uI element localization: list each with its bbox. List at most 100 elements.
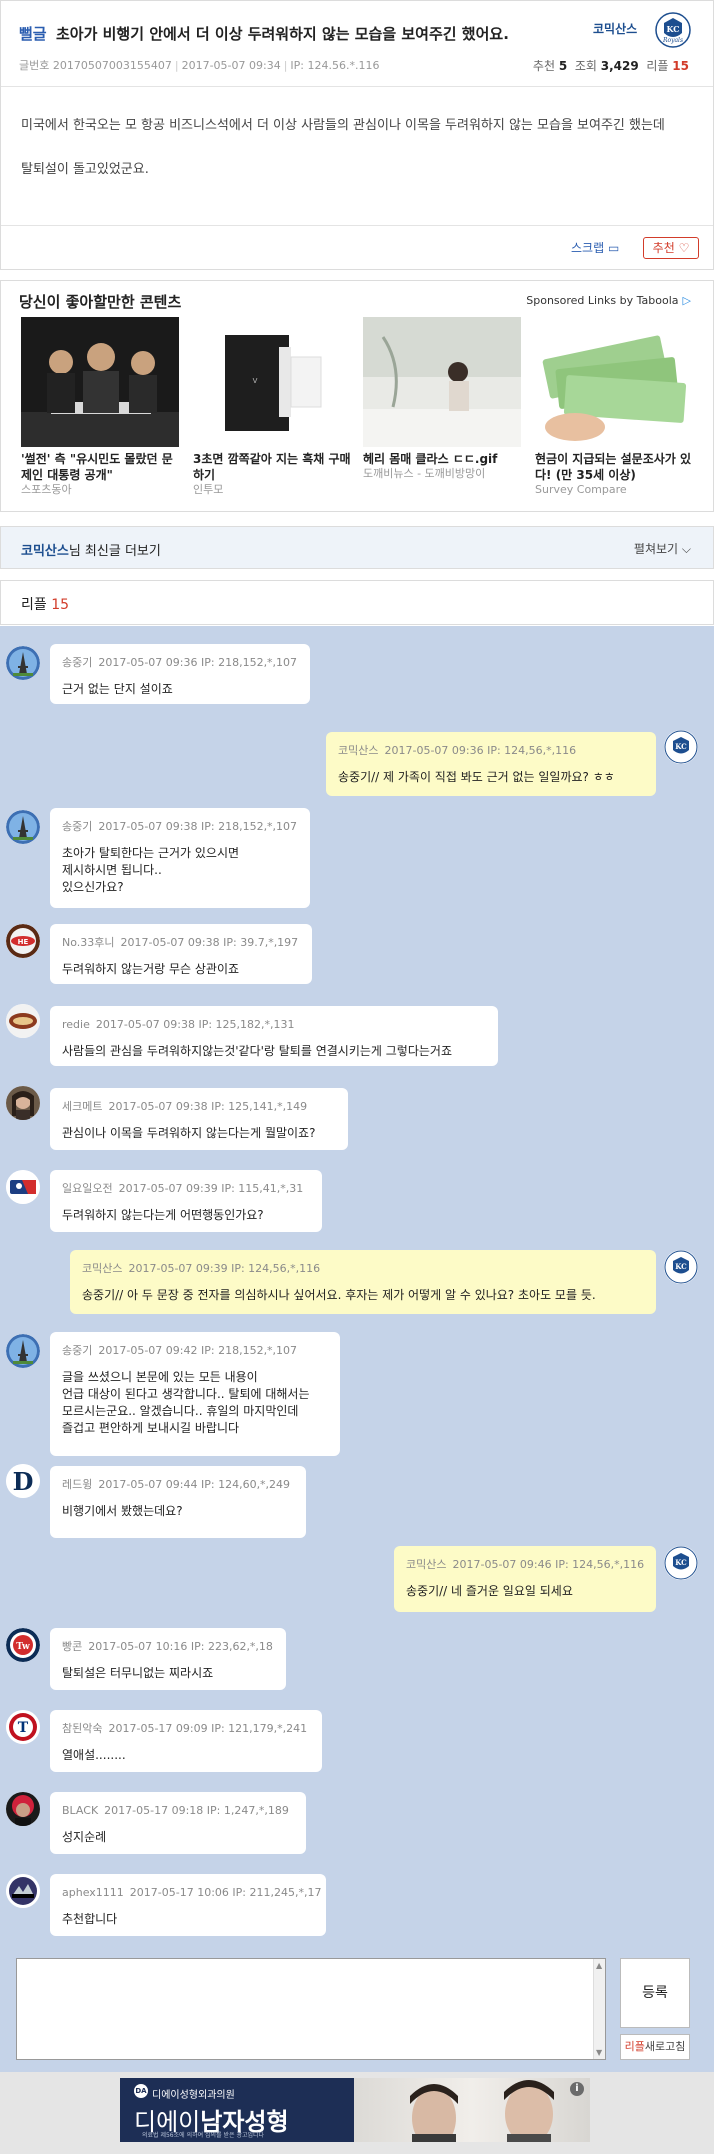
- refresh-replies-button[interactable]: 리플새로고침: [620, 2034, 690, 2060]
- comment-text: 글을 쓰셨으니 본문에 있는 모든 내용이 언급 대상이 된다고 생각합니다..…: [62, 1370, 310, 1435]
- svg-text:KC: KC: [675, 1262, 687, 1271]
- sponsored-card[interactable]: V 3초면 깜쪽같아 지는 흑채 구매하기 인투모: [193, 317, 353, 497]
- sponsored-source: 인투모: [193, 483, 224, 496]
- comment-text: 비행기에서 봤했는데요?: [62, 1504, 183, 1518]
- comment-author[interactable]: 일요일오전: [62, 1182, 113, 1195]
- comment-author[interactable]: No.33후니: [62, 936, 115, 949]
- ad-banner[interactable]: DA 디에이성형외과의원 디에이남자성형 의료법 제56조에 의하여 심의를 받…: [120, 2078, 590, 2142]
- comment-text: 두려워하지 않는거랑 무슨 상관이죠: [62, 962, 240, 976]
- page: 뻘글 초아가 비행기 안에서 더 이상 두려워하지 않는 모습을 보여주긴 했어…: [0, 0, 714, 2154]
- user-photo-avatar[interactable]: [6, 1792, 40, 1826]
- post-title: 초아가 비행기 안에서 더 이상 두려워하지 않는 모습을 보여주긴 했어요.: [56, 25, 509, 43]
- comment-bubble: 일요일오전 2017-05-07 09:39 IP: 115,41,*,31 두려…: [50, 1170, 322, 1232]
- post-paragraph: 탈퇴설이 돌고있었군요.: [21, 162, 149, 177]
- comment-author[interactable]: 송중기: [62, 1344, 92, 1357]
- eiffel-avatar-icon[interactable]: [6, 646, 40, 680]
- sponsored-caption: 현금이 지급되는 설문조사가 있다! (만 35세 이상): [535, 452, 692, 482]
- post-ip: IP: 124.56.*.116: [290, 59, 380, 72]
- comment-text: 추천합니다: [62, 1912, 118, 1926]
- reply-count: 15: [672, 59, 689, 73]
- comment-meta: 레드윙 2017-05-07 09:44 IP: 124,60,*,249: [62, 1478, 294, 1492]
- comment-author[interactable]: 빵콘: [62, 1640, 82, 1653]
- comment-textarea[interactable]: ▲ ▼: [16, 1958, 606, 2060]
- svg-text:Royals: Royals: [662, 37, 683, 44]
- comment-date: 2017-05-07 10:16 IP: 223,62,*,18: [88, 1640, 273, 1653]
- comment-author[interactable]: 송중기: [62, 820, 92, 833]
- royals-avatar-icon[interactable]: KC: [664, 1546, 698, 1580]
- eiffel-avatar-icon[interactable]: [6, 1334, 40, 1368]
- comment-date: 2017-05-07 09:38 IP: 125,182,*,131: [95, 1018, 295, 1031]
- more-posts-author: 코믹산스: [21, 544, 69, 559]
- comment-date: 2017-05-07 09:38 IP: 218,152,*,107: [98, 820, 298, 833]
- post-author[interactable]: 코믹산스: [593, 20, 637, 37]
- sponsored-card[interactable]: 헤리 몸매 클라스 ㄷㄷ.gif 도깨비뉴스 - 도깨비방망이: [363, 317, 523, 481]
- rockies-avatar-icon[interactable]: [6, 1874, 40, 1908]
- royals-logo-icon[interactable]: KC Royals: [654, 11, 692, 49]
- comment-author[interactable]: redie: [62, 1018, 90, 1031]
- comment-author[interactable]: 코믹산스: [82, 1262, 122, 1275]
- refresh-label: 새로고침: [644, 2040, 686, 2053]
- ad-fine-print: 의료법 제56조에 의하여 심의를 받은 광고입니다: [142, 2132, 265, 2139]
- comment-date: 2017-05-07 09:39 IP: 124,56,*,116: [128, 1262, 321, 1275]
- expand-button[interactable]: 펼쳐보기 ⌵: [634, 540, 691, 557]
- twins-avatar-icon[interactable]: Tw: [6, 1628, 40, 1662]
- svg-text:KC: KC: [675, 742, 687, 751]
- comment-date: 2017-05-07 09:44 IP: 124,60,*,249: [98, 1478, 291, 1491]
- comment-author[interactable]: 송중기: [62, 656, 92, 669]
- post-category[interactable]: 뻘글: [19, 23, 47, 44]
- clinic-logo-icon: DA: [134, 2084, 148, 2098]
- submit-button[interactable]: 등록: [620, 1958, 690, 2028]
- comment-meta: 빵콘 2017-05-07 10:16 IP: 223,62,*,18: [62, 1640, 274, 1654]
- eiffel-avatar-icon[interactable]: [6, 810, 40, 844]
- sponsored-label[interactable]: Sponsored Links by Taboola ▷: [526, 294, 691, 307]
- scroll-up-icon[interactable]: ▲: [596, 1961, 602, 1970]
- royals-avatar-icon[interactable]: KC: [664, 730, 698, 764]
- tigers-avatar-icon[interactable]: D: [6, 1464, 40, 1498]
- more-posts-bar: 코믹산스님 최신글 더보기 펼쳐보기 ⌵: [0, 526, 714, 569]
- view-count: 3,429: [600, 59, 639, 73]
- ad-info-icon[interactable]: i: [570, 2082, 584, 2096]
- comment-date: 2017-05-07 09:46 IP: 124,56,*,116: [452, 1558, 645, 1571]
- post-datetime: 2017-05-07 09:34: [181, 59, 281, 72]
- comment-bubble: redie 2017-05-07 09:38 IP: 125,182,*,131 …: [50, 1006, 498, 1066]
- post-paragraph: 미국에서 한국오는 모 항공 비즈니스석에서 더 이상 사람들의 관심이나 이목…: [21, 118, 665, 133]
- view-label: 조회: [574, 59, 597, 73]
- post-meta: 글번호 20170507003155407 | 2017-05-07 09:34 | I…: [19, 59, 380, 72]
- comment-author[interactable]: aphex1111: [62, 1886, 124, 1899]
- royals-avatar-icon[interactable]: KC: [664, 1250, 698, 1284]
- comment-author[interactable]: BLACK: [62, 1804, 98, 1817]
- comment-author[interactable]: 코믹산스: [338, 744, 378, 757]
- ad-brand-small: 디에이성형외과의원: [152, 2090, 235, 2101]
- post-body: 미국에서 한국오는 모 항공 비즈니스석에서 더 이상 사람들의 관심이나 이목…: [21, 115, 701, 203]
- svg-text:KC: KC: [675, 1558, 687, 1567]
- mlb-avatar-icon[interactable]: [6, 1170, 40, 1204]
- sponsored-source: 스포츠동아: [21, 483, 72, 496]
- textarea-scrollbar[interactable]: ▲ ▼: [593, 1959, 605, 2059]
- more-posts-link[interactable]: 코믹산스님 최신글 더보기: [21, 540, 161, 559]
- rec-count: 5: [558, 59, 568, 73]
- sponsored-caption: '썰전' 측 "유시민도 몰랐던 문제인 대통령 공개": [21, 452, 173, 482]
- scroll-down-icon[interactable]: ▼: [596, 2048, 602, 2057]
- sponsored-thumbnail: [535, 317, 693, 447]
- team-avatar-icon[interactable]: HE: [6, 924, 40, 958]
- comment-bubble: 빵콘 2017-05-07 10:16 IP: 223,62,*,18 탈퇴설은 …: [50, 1628, 286, 1690]
- sponsored-caption: 3초면 깜쪽같아 지는 흑채 구매하기: [193, 452, 351, 482]
- comment-author[interactable]: 레드윙: [62, 1478, 92, 1491]
- comment-date: 2017-05-07 09:38 IP: 125,141,*,149: [108, 1100, 308, 1113]
- user-photo-avatar[interactable]: [6, 1086, 40, 1120]
- team-avatar-icon[interactable]: [6, 1004, 40, 1038]
- post-box: 뻘글 초아가 비행기 안에서 더 이상 두려워하지 않는 모습을 보여주긴 했어…: [0, 0, 714, 270]
- scrap-button[interactable]: 스크랩 ▭: [571, 239, 619, 256]
- svg-text:KC: KC: [666, 24, 679, 34]
- sponsored-card[interactable]: 현금이 지급되는 설문조사가 있다! (만 35세 이상) Survey Com…: [535, 317, 695, 497]
- sponsored-card[interactable]: '썰전' 측 "유시민도 몰랐던 문제인 대통령 공개" 스포츠동아: [21, 317, 181, 497]
- recommend-button[interactable]: 추천 ♡: [643, 237, 699, 259]
- svg-text:T: T: [18, 1720, 29, 1736]
- comment-author[interactable]: 참된악숙: [62, 1722, 102, 1735]
- sponsored-source: Survey Compare: [535, 483, 627, 496]
- comment-author[interactable]: 코믹산스: [406, 1558, 446, 1571]
- comment-meta: 송중기 2017-05-07 09:42 IP: 218,152,*,107: [62, 1344, 328, 1358]
- svg-text:HE: HE: [18, 938, 29, 946]
- comment-author[interactable]: 세크메트: [62, 1100, 102, 1113]
- rangers-avatar-icon[interactable]: T: [6, 1710, 40, 1744]
